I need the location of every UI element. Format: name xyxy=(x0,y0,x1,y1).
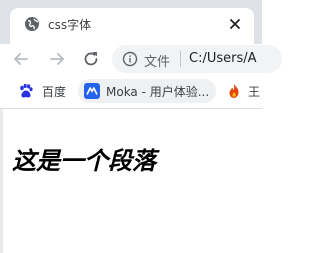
moka-icon xyxy=(84,83,100,99)
arrow-left-icon xyxy=(14,53,28,65)
arrow-right-icon xyxy=(50,53,64,65)
scheme-label: 文件 xyxy=(144,55,171,70)
page-content: 这是一个段落 xyxy=(0,109,262,253)
globe-icon xyxy=(24,16,40,32)
paragraph-text: 这是一个段落 xyxy=(12,147,156,175)
reload-icon xyxy=(84,52,98,66)
flame-icon xyxy=(226,83,242,99)
baidu-paw-icon xyxy=(18,83,34,99)
tab-title: css字体 xyxy=(48,18,92,32)
bookmarks-bar: 百度 Moka - 用户体验... 王 xyxy=(0,74,262,108)
forward-button[interactable] xyxy=(46,48,68,70)
bookmark-label: 百度 xyxy=(42,85,67,99)
navigation-toolbar: 文件 C:/Users/A xyxy=(0,44,282,74)
bookmark-baidu[interactable]: 百度 xyxy=(12,79,74,103)
bookmark-label: 王 xyxy=(248,85,261,99)
content-edge xyxy=(0,109,3,253)
title-bar: css字体 xyxy=(0,0,262,44)
bookmark-label: Moka - 用户体验... xyxy=(106,85,210,99)
url-text[interactable]: C:/Users/A xyxy=(189,51,257,66)
bookmark-third[interactable]: 王 xyxy=(222,79,262,103)
omnibox-divider xyxy=(180,51,181,67)
bookmark-moka[interactable]: Moka - 用户体验... xyxy=(78,79,216,103)
reload-button[interactable] xyxy=(80,48,102,70)
close-icon[interactable] xyxy=(226,15,244,33)
tab-css-font[interactable]: css字体 xyxy=(10,8,254,44)
info-icon[interactable] xyxy=(122,51,138,67)
back-button[interactable] xyxy=(10,48,32,70)
address-bar[interactable]: 文件 C:/Users/A xyxy=(112,45,282,73)
